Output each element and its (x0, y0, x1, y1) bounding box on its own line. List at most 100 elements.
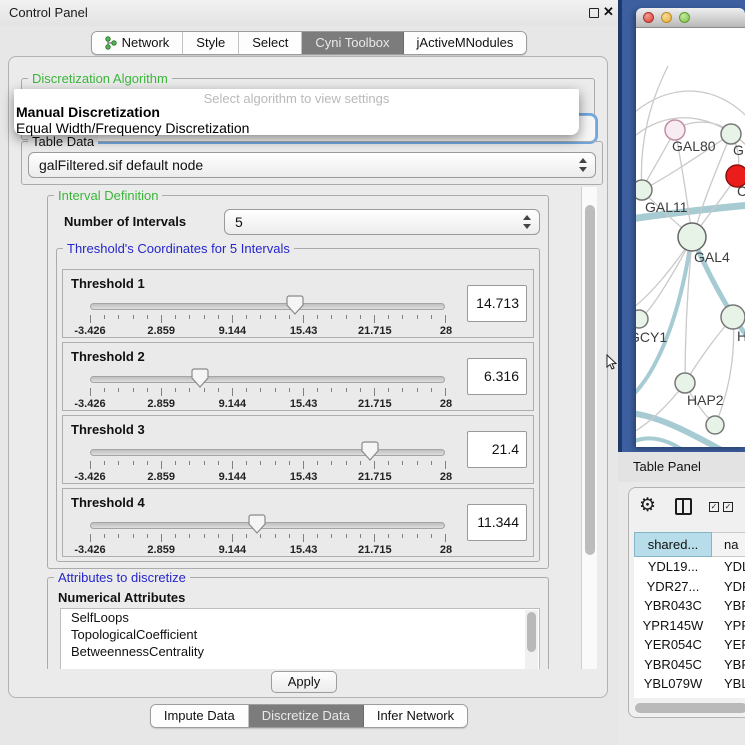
node-label-hap2: HAP2 (687, 392, 724, 408)
tab-style[interactable]: Style (183, 32, 239, 54)
network-node[interactable] (678, 223, 706, 251)
network-node[interactable] (721, 124, 741, 144)
table-cell[interactable]: YBR0 (712, 596, 745, 616)
table-cell[interactable]: YPR1 (712, 616, 745, 636)
table-row[interactable]: YLR345WYLR3 (634, 694, 745, 699)
threshold-slider-thumb[interactable] (191, 368, 209, 388)
tab-cyni-toolbox[interactable]: Cyni Toolbox (302, 32, 403, 54)
table-cell[interactable]: YER0 (712, 635, 745, 655)
tick-label: 21.715 (358, 398, 392, 410)
table-cell[interactable]: YLR3 (712, 694, 745, 699)
bottom-tabbar: Impute Data Discretize Data Infer Network (0, 704, 618, 728)
table-cell[interactable]: YPR145W (634, 616, 712, 636)
table-row[interactable]: YBL079WYBL0 (634, 674, 745, 694)
threshold-slider-thumb[interactable] (248, 514, 266, 534)
column-header-na[interactable]: na (712, 532, 745, 557)
zoom-traffic-light-icon[interactable] (679, 12, 690, 23)
threshold-value-field[interactable]: 14.713 (467, 285, 527, 322)
threshold-slider-thumb[interactable] (361, 441, 379, 461)
table-row[interactable]: YPR145WYPR1 (634, 616, 745, 636)
float-window-icon[interactable] (589, 8, 599, 18)
network-node[interactable] (706, 416, 724, 434)
attribute-list-item[interactable]: BetweennessCentrality (61, 643, 539, 660)
threshold-label: Threshold 1 (71, 276, 145, 291)
threshold-slider-track[interactable] (90, 376, 445, 383)
minimize-traffic-light-icon[interactable] (661, 12, 672, 23)
network-node[interactable] (675, 373, 695, 393)
table-row[interactable]: YDR27...YDR2 (634, 577, 745, 597)
table-cell[interactable]: YBL079W (634, 674, 712, 694)
table-cell[interactable]: YBR0 (712, 655, 745, 675)
threshold-panel-4: Threshold 4-3.4262.8599.14415.4321.71528… (62, 488, 534, 557)
numerical-attributes-list[interactable]: SelfLoopsTopologicalCoefficientBetweenne… (60, 608, 540, 669)
tab-label: Discretize Data (262, 705, 350, 727)
network-edge-highlighted[interactable] (636, 438, 706, 447)
table-panel-title: Table Panel (633, 452, 701, 482)
network-node[interactable] (636, 180, 652, 200)
algorithm-option-equal-width-frequency-discretization[interactable]: Equal Width/Frequency Discretization (16, 120, 249, 136)
tab-impute-data[interactable]: Impute Data (151, 705, 249, 727)
algorithm-dropdown-popup: Select algorithm to view settings Manual… (14, 89, 579, 135)
gear-icon[interactable]: ⚙ (639, 494, 656, 517)
network-desktop-background: GAL80GGAL11CGAL4GCY1HHAP2 (618, 0, 745, 452)
tab-label: Select (252, 32, 288, 54)
attribute-list-item[interactable]: SelfLoops (61, 609, 539, 626)
close-icon[interactable]: ✕ (603, 4, 614, 20)
network-node[interactable] (636, 310, 648, 328)
threshold-slider-thumb[interactable] (286, 295, 304, 315)
table-row[interactable]: YER054CYER0 (634, 635, 745, 655)
network-canvas[interactable]: GAL80GGAL11CGAL4GCY1HHAP2 (636, 28, 745, 447)
table-cell[interactable]: YDR27... (634, 577, 712, 597)
threshold-slider-track[interactable] (90, 303, 445, 310)
tick-label: 21.715 (358, 325, 392, 337)
attributes-list-scrollbar[interactable] (525, 610, 538, 669)
tick-label: 9.144 (219, 398, 247, 410)
tab-network[interactable]: Network (92, 32, 184, 54)
network-node[interactable] (721, 305, 745, 329)
tick-label: 15.43 (290, 325, 318, 337)
threshold-value-field[interactable]: 11.344 (467, 504, 527, 541)
tab-infer-network[interactable]: Infer Network (364, 705, 467, 727)
table-cell[interactable]: YDR2 (712, 577, 745, 597)
table-cell[interactable]: YLR345W (634, 694, 712, 699)
number-of-intervals-combobox[interactable]: 5 (224, 209, 540, 235)
table-data-combobox[interactable]: galFiltered.sif default node (28, 152, 596, 178)
table-cell[interactable]: YER054C (634, 635, 712, 655)
algorithm-option-manual-discretization[interactable]: Manual Discretization (16, 104, 160, 120)
threshold-value-field[interactable]: 21.4 (467, 431, 527, 468)
split-view-icon[interactable] (675, 498, 692, 515)
mouse-cursor (606, 354, 617, 370)
panel-vertical-scrollbar[interactable] (581, 187, 597, 669)
tick-label: 2.859 (147, 398, 175, 410)
checkbox-icon[interactable]: ✓ (723, 502, 733, 512)
tab-select[interactable]: Select (239, 32, 302, 54)
threshold-value-field[interactable]: 6.316 (467, 358, 527, 395)
table-row[interactable]: YDL19...YDL1 (634, 557, 745, 577)
table-cell[interactable]: YBL0 (712, 674, 745, 694)
column-header-shared-[interactable]: shared... (634, 532, 712, 557)
window-title: Control Panel (9, 0, 88, 26)
node-table[interactable]: shared...na YDL19...YDL1YDR27...YDR2YBR0… (634, 532, 745, 698)
close-traffic-light-icon[interactable] (643, 12, 654, 23)
table-row[interactable]: YBR043CYBR0 (634, 596, 745, 616)
table-horizontal-scrollbar[interactable] (635, 703, 745, 714)
table-row[interactable]: YBR045CYBR0 (634, 655, 745, 675)
combo-stepper-icon (578, 158, 587, 172)
table-cell[interactable]: YBR043C (634, 596, 712, 616)
threshold-slider-track[interactable] (90, 522, 445, 529)
apply-button[interactable]: Apply (271, 671, 337, 693)
network-node[interactable] (665, 120, 685, 140)
table-cell[interactable]: YDL19... (634, 557, 712, 577)
panel-splitter[interactable] (618, 0, 622, 452)
threshold-slider-track[interactable] (90, 449, 445, 456)
table-cell[interactable]: YDL1 (712, 557, 745, 577)
attribute-list-item[interactable]: TopologicalCoefficient (61, 626, 539, 643)
slider-tick-labels: -3.4262.8599.14415.4321.71528 (90, 398, 446, 410)
network-edge[interactable] (715, 317, 734, 425)
tick-label: -3.426 (74, 325, 105, 337)
table-cell[interactable]: YBR045C (634, 655, 712, 675)
tick-label: 15.43 (290, 544, 318, 556)
tab-jactivemnodules[interactable]: jActiveMNodules (404, 32, 527, 54)
tab-discretize-data[interactable]: Discretize Data (249, 705, 364, 727)
checkbox-icon[interactable]: ✓ (709, 502, 719, 512)
